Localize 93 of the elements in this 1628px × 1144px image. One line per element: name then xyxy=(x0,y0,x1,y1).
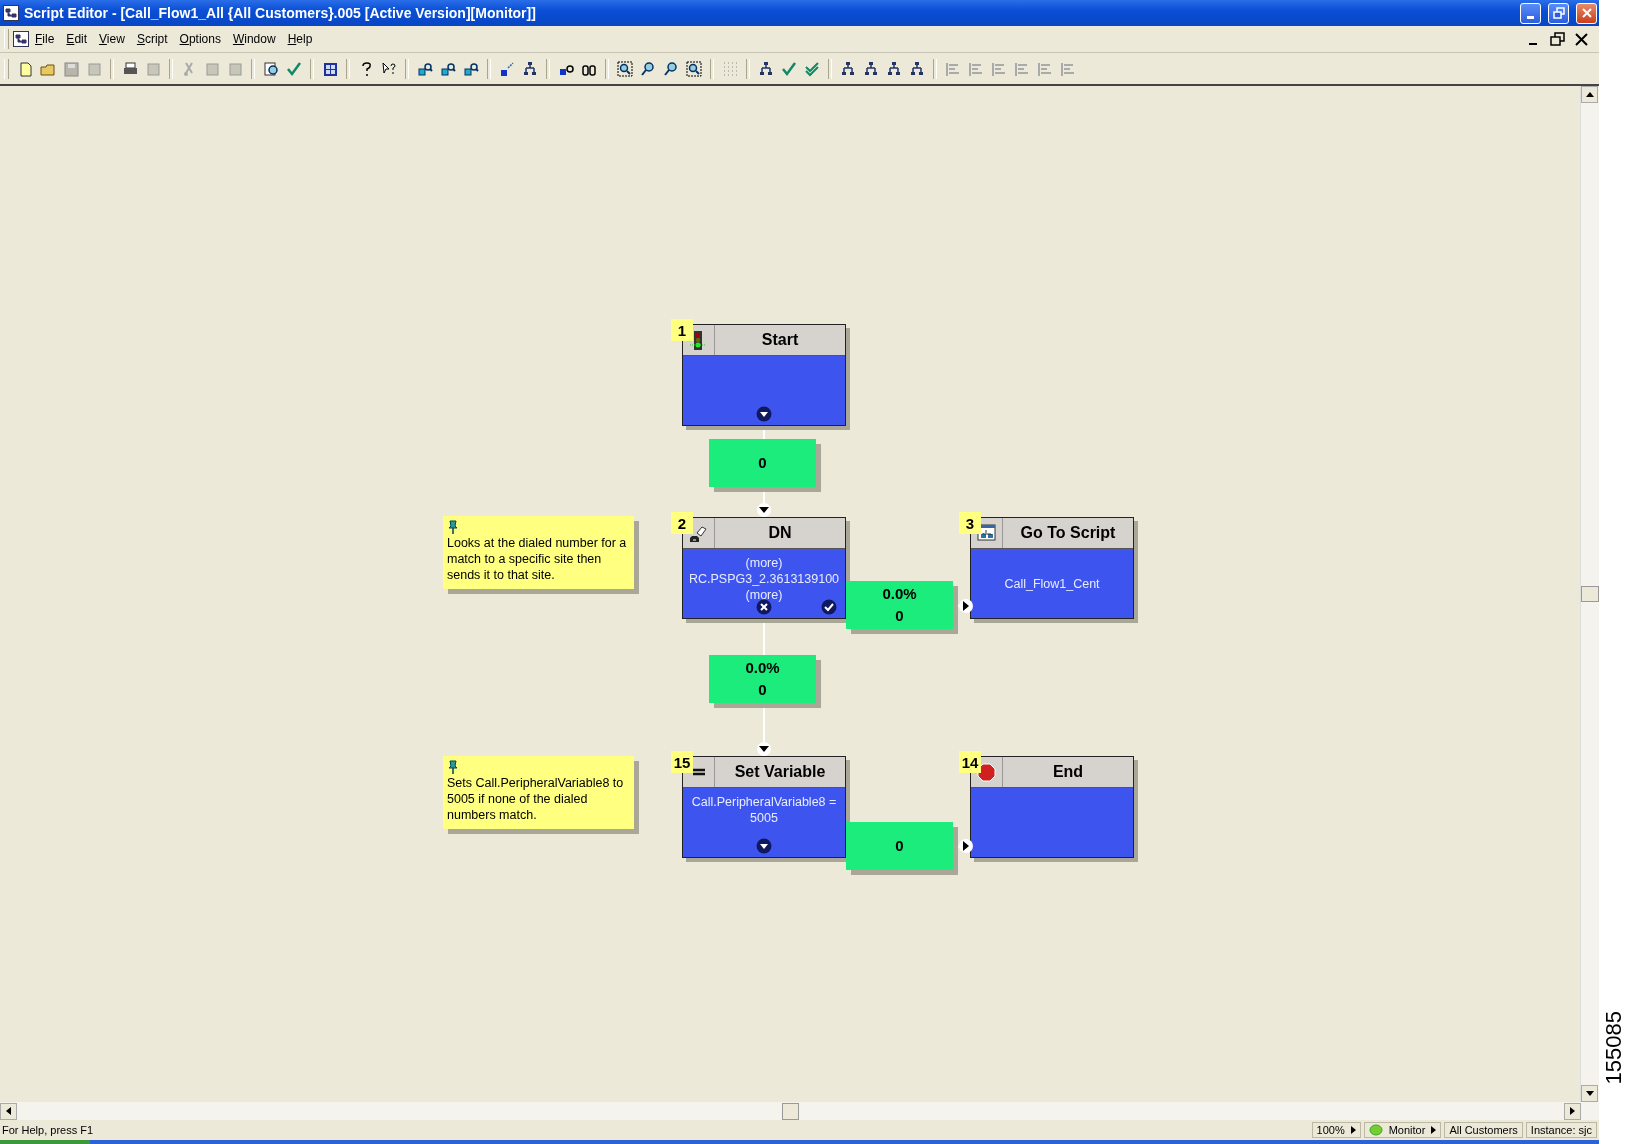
node-text: Call_Flow1_Cent xyxy=(1004,575,1100,592)
horizontal-scrollbar[interactable] xyxy=(0,1102,1599,1120)
note-text: Sets Call.PeripheralVariable8 to 5005 if none of the dialed numbers match. xyxy=(447,776,624,822)
menu-item[interactable]: Edit xyxy=(60,30,94,48)
node-title: Set Variable xyxy=(733,762,827,782)
menu-item[interactable]: Options xyxy=(173,30,227,48)
node-title: DN xyxy=(767,523,793,543)
counter-value: 0.0% xyxy=(882,584,917,604)
node-text: Call.PeripheralVariable8 = 5005 xyxy=(690,794,838,826)
node-number: 3 xyxy=(959,512,981,534)
counter-value: 0 xyxy=(895,606,904,626)
menu-item[interactable]: Help xyxy=(281,30,319,48)
down-exit-icon[interactable] xyxy=(756,406,772,422)
restore-icon[interactable] xyxy=(1548,30,1566,48)
node-number: 2 xyxy=(671,512,693,534)
menu-item[interactable]: Window xyxy=(226,30,282,48)
input-port-icon[interactable] xyxy=(756,502,772,518)
customer-status: All Customers xyxy=(1444,1122,1523,1138)
menu-item[interactable]: View xyxy=(93,30,131,48)
input-port-icon[interactable] xyxy=(958,598,974,614)
restore-icon xyxy=(1552,7,1565,19)
node-search-icon[interactable] xyxy=(440,60,456,77)
counter-value: 0 xyxy=(895,836,904,856)
validate-icon[interactable] xyxy=(286,60,302,77)
context-help-icon[interactable] xyxy=(381,60,397,77)
success-exit-icon[interactable] xyxy=(821,599,837,615)
close-icon[interactable] xyxy=(1572,30,1590,48)
double-check-icon[interactable] xyxy=(804,60,820,77)
help-text: For Help, press F1 xyxy=(2,1124,95,1136)
menu-item[interactable]: File xyxy=(29,30,61,48)
node-text: RC.PSPG3_2.3613139100 xyxy=(688,571,840,587)
input-port-icon[interactable] xyxy=(958,838,974,854)
node-number: 14 xyxy=(959,751,981,773)
tree-icon[interactable] xyxy=(758,60,774,77)
node-number: 1 xyxy=(671,319,693,341)
left-arrow-icon xyxy=(6,1107,11,1115)
check-icon[interactable] xyxy=(781,60,797,77)
zoom-out-icon[interactable] xyxy=(640,60,656,77)
figure-number: 155085 xyxy=(1601,1010,1626,1084)
node-number: 15 xyxy=(671,751,693,773)
caret-icon xyxy=(1350,1126,1356,1134)
counter-value: 0 xyxy=(758,453,767,473)
minimize-icon xyxy=(1527,15,1534,19)
pin-icon xyxy=(447,760,459,774)
down-exit-icon[interactable] xyxy=(756,838,772,854)
minimize-button[interactable] xyxy=(1520,2,1541,24)
down-arrow-icon xyxy=(1585,1091,1594,1096)
note-text: Looks at the dialed number for a match to a specific site then sends it to that site. xyxy=(447,536,627,582)
scroll-up-button[interactable] xyxy=(1581,86,1598,103)
close-icon xyxy=(1580,7,1593,19)
window-title: Script Editor - [Call_Flow1_All {All Customers}.005 [Active Version][Monitor]] xyxy=(24,5,537,21)
status-light-icon xyxy=(1368,1124,1383,1136)
tree-icon[interactable] xyxy=(522,60,538,77)
scroll-thumb[interactable] xyxy=(1581,586,1599,602)
node-text: (more) xyxy=(745,587,783,603)
scroll-left-button[interactable] xyxy=(0,1102,17,1120)
node-title: Go To Script xyxy=(1019,523,1117,543)
right-arrow-icon xyxy=(1570,1107,1575,1115)
app-icon xyxy=(3,5,19,21)
counter-value: 0 xyxy=(758,680,767,700)
node-title: End xyxy=(1051,762,1085,782)
restore-button[interactable] xyxy=(1548,2,1569,24)
zoom-control[interactable]: 100% xyxy=(1311,1122,1361,1138)
pin-icon xyxy=(447,520,459,534)
tree-icon[interactable] xyxy=(886,60,902,77)
document-icon[interactable] xyxy=(13,31,29,47)
counter-value: 0.0% xyxy=(745,658,780,678)
grid-dots-icon[interactable] xyxy=(722,60,738,77)
up-arrow-icon xyxy=(1585,92,1594,97)
new-file-icon[interactable] xyxy=(17,60,33,77)
node-title: Start xyxy=(760,330,800,350)
input-port-icon[interactable] xyxy=(756,741,772,757)
scroll-down-button[interactable] xyxy=(1581,1085,1598,1102)
tree-icon[interactable] xyxy=(840,60,856,77)
zoom-selection-icon[interactable] xyxy=(617,60,633,77)
caret-icon xyxy=(1431,1126,1437,1134)
vertical-scrollbar[interactable] xyxy=(1580,86,1599,1102)
printer-icon[interactable] xyxy=(122,60,138,77)
scroll-right-button[interactable] xyxy=(1564,1102,1581,1120)
instance-status: Instance: sjc xyxy=(1525,1122,1597,1138)
mode-control[interactable]: Monitor xyxy=(1363,1122,1442,1138)
zoom-fit-icon[interactable] xyxy=(686,60,702,77)
find-icon[interactable] xyxy=(263,60,279,77)
grid-icon[interactable] xyxy=(322,60,338,77)
close-button[interactable] xyxy=(1576,2,1597,24)
menu-item[interactable]: Script xyxy=(130,30,174,48)
scroll-thumb[interactable] xyxy=(782,1102,799,1120)
tree-icon[interactable] xyxy=(909,60,925,77)
node-search-icon[interactable] xyxy=(463,60,479,77)
node-text: (more) xyxy=(745,555,783,571)
tree-icon[interactable] xyxy=(863,60,879,77)
zoom-in-icon[interactable] xyxy=(663,60,679,77)
node-search-icon[interactable] xyxy=(417,60,433,77)
